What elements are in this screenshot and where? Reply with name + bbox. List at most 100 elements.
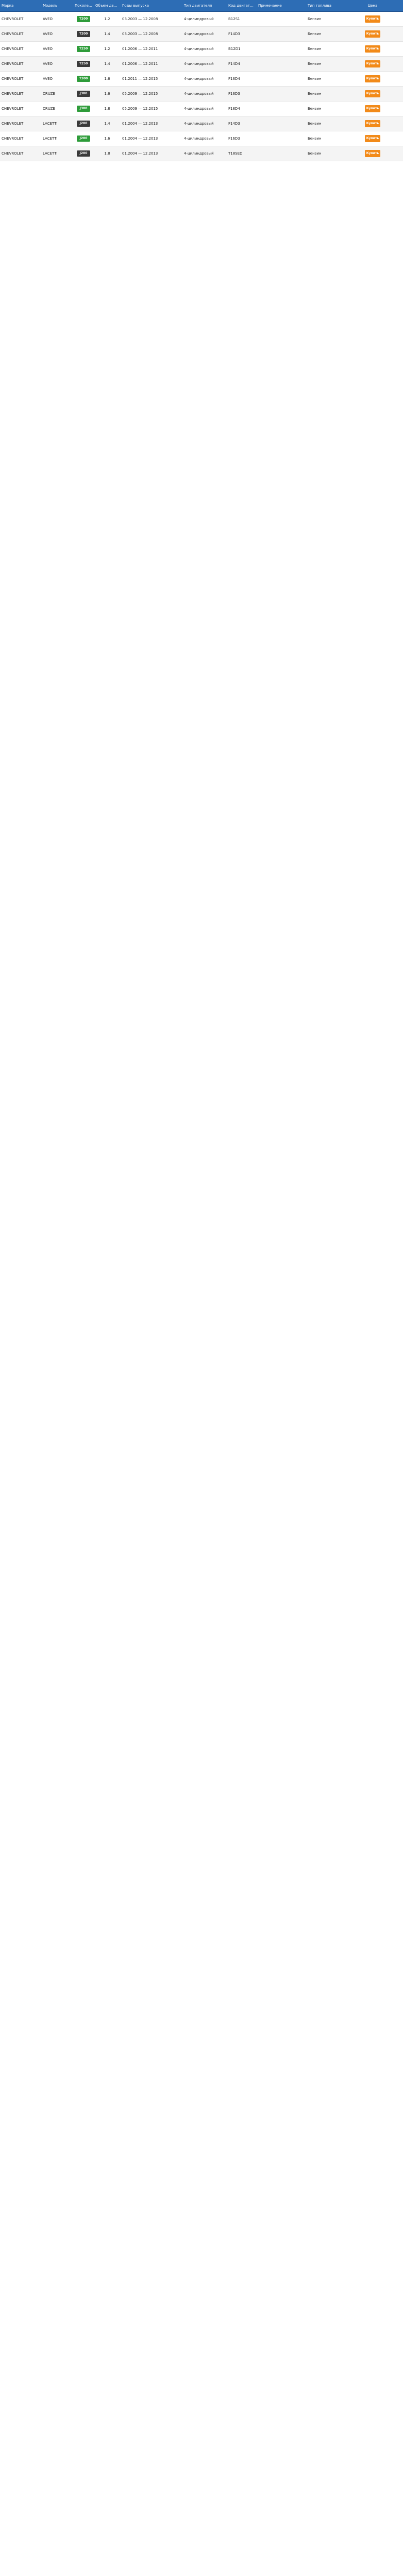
table-row: CHEVROLET LACETTI J200 1.4 01.2004 — 12.2013… [0, 116, 403, 131]
cell-model: AVEO [43, 62, 53, 66]
cell-fuel: Бензин [308, 62, 322, 66]
table-header: Марка Модель Поколение Объем двигателя Г… [0, 0, 403, 12]
cell-code: B12S1 [228, 17, 240, 21]
cell-vol: 1.4 [104, 62, 110, 66]
cell-gen: T300 [73, 76, 94, 82]
cell-gen: T200 [73, 31, 94, 37]
generation-badge: T200 [77, 16, 90, 22]
cell-price: Купить [342, 135, 403, 142]
cell-fuel: Бензин [308, 92, 322, 96]
buy-button[interactable]: Купить [365, 30, 380, 38]
buy-button[interactable]: Купить [365, 60, 380, 67]
cell-model: CRUZE [43, 92, 55, 96]
cell-model: AVEO [43, 77, 53, 81]
cell-price: Купить [342, 15, 403, 23]
cell-gen: J200 [73, 121, 94, 127]
cell-brand: CHEVROLET [2, 107, 24, 111]
cell-years: 01.2011 — 12.2015 [122, 77, 158, 81]
cell-engine: 4-цилиндровый [184, 32, 214, 36]
table-row: CHEVROLET AVEO T300 1.6 01.2011 — 12.2015 4-ц… [0, 72, 403, 87]
header-generation: Поколение [75, 4, 94, 8]
cell-fuel: Бензин [308, 32, 322, 36]
cell-model: LACETTI [43, 122, 58, 126]
cell-fuel: Бензин [308, 137, 322, 141]
header-notes: Примечание [258, 4, 282, 8]
cell-engine: 4-цилиндровый [184, 62, 214, 66]
generation-badge: J200 [77, 135, 90, 142]
cell-price: Купить [342, 120, 403, 127]
cell-code: T18SED [228, 151, 243, 156]
cell-years: 05.2009 — 12.2015 [122, 92, 158, 96]
cell-code: F16D4 [228, 77, 240, 81]
cell-price: Купить [342, 150, 403, 157]
generation-badge: J300 [77, 106, 90, 112]
cell-vol: 1.6 [104, 92, 110, 96]
cell-engine: 4-цилиндровый [184, 122, 214, 126]
cell-model: AVEO [43, 47, 53, 51]
buy-button[interactable]: Купить [365, 135, 380, 142]
cell-years: 05.2009 — 12.2015 [122, 107, 158, 111]
generation-badge: T250 [77, 46, 90, 52]
cell-code: F18D4 [228, 107, 240, 111]
header-brand: Марка [2, 4, 14, 8]
table-row: CHEVROLET AVEO T200 1.2 03.2003 — 12.2008 4-ц… [0, 12, 403, 27]
buy-button[interactable]: Купить [365, 150, 380, 157]
generation-badge: T250 [77, 61, 90, 67]
cell-brand: CHEVROLET [2, 17, 24, 21]
cell-model: LACETTI [43, 137, 58, 141]
cell-years: 01.2006 — 12.2011 [122, 62, 158, 66]
cell-gen: J300 [73, 91, 94, 97]
cell-brand: CHEVROLET [2, 77, 24, 81]
cell-price: Купить [342, 90, 403, 97]
table-row: CHEVROLET LACETTI J200 1.6 01.2004 — 12.2013… [0, 131, 403, 146]
cell-price: Купить [342, 75, 403, 82]
cell-years: 03.2003 — 12.2008 [122, 17, 158, 21]
cell-vol: 1.8 [104, 107, 110, 111]
generation-badge: J300 [77, 91, 90, 97]
cell-gen: T250 [73, 46, 94, 52]
buy-button[interactable]: Купить [365, 15, 380, 23]
generation-badge: J200 [77, 150, 90, 157]
cell-brand: CHEVROLET [2, 151, 24, 156]
buy-button[interactable]: Купить [365, 90, 380, 97]
table-row: CHEVROLET AVEO T200 1.4 03.2003 — 12.2008 4-ц… [0, 27, 403, 42]
header-engine-code: Код двигателя [228, 4, 257, 8]
cell-brand: CHEVROLET [2, 92, 24, 96]
cell-price: Купить [342, 45, 403, 53]
buy-button[interactable]: Купить [365, 120, 380, 127]
cell-years: 01.2006 — 12.2011 [122, 47, 158, 51]
parts-table: Марка Модель Поколение Объем двигателя Г… [0, 0, 403, 161]
cell-model: AVEO [43, 17, 53, 21]
cell-code: B12D1 [228, 47, 241, 51]
header-years: Годы выпуска [122, 4, 149, 8]
cell-years: 01.2004 — 12.2013 [122, 151, 158, 156]
cell-price: Купить [342, 30, 403, 38]
buy-button[interactable]: Купить [365, 105, 380, 112]
cell-model: AVEO [43, 32, 53, 36]
cell-model: CRUZE [43, 107, 55, 111]
cell-engine: 4-цилиндровый [184, 17, 214, 21]
cell-price: Купить [342, 60, 403, 67]
cell-brand: CHEVROLET [2, 137, 24, 141]
cell-vol: 1.4 [104, 122, 110, 126]
table-row: CHEVROLET CRUZE J300 1.8 05.2009 — 12.2015 4-… [0, 101, 403, 116]
table-row: CHEVROLET CRUZE J300 1.6 05.2009 — 12.2015 4-… [0, 87, 403, 101]
cell-gen: T200 [73, 16, 94, 22]
generation-badge: T300 [77, 76, 90, 82]
cell-fuel: Бензин [308, 151, 322, 156]
header-volume: Объем двигателя [95, 4, 121, 8]
cell-price: Купить [342, 105, 403, 112]
header-fuel: Тип топлива [308, 4, 332, 8]
cell-fuel: Бензин [308, 122, 322, 126]
cell-vol: 1.6 [104, 137, 110, 141]
cell-gen: J200 [73, 135, 94, 142]
cell-engine: 4-цилиндровый [184, 47, 214, 51]
cell-years: 03.2003 — 12.2008 [122, 32, 158, 36]
cell-code: F16D3 [228, 137, 240, 141]
header-engine-type: Тип двигателя [184, 4, 212, 8]
cell-years: 01.2004 — 12.2013 [122, 137, 158, 141]
cell-engine: 4-цилиндровый [184, 92, 214, 96]
buy-button[interactable]: Купить [365, 75, 380, 82]
buy-button[interactable]: Купить [365, 45, 380, 53]
cell-code: F14D4 [228, 62, 240, 66]
